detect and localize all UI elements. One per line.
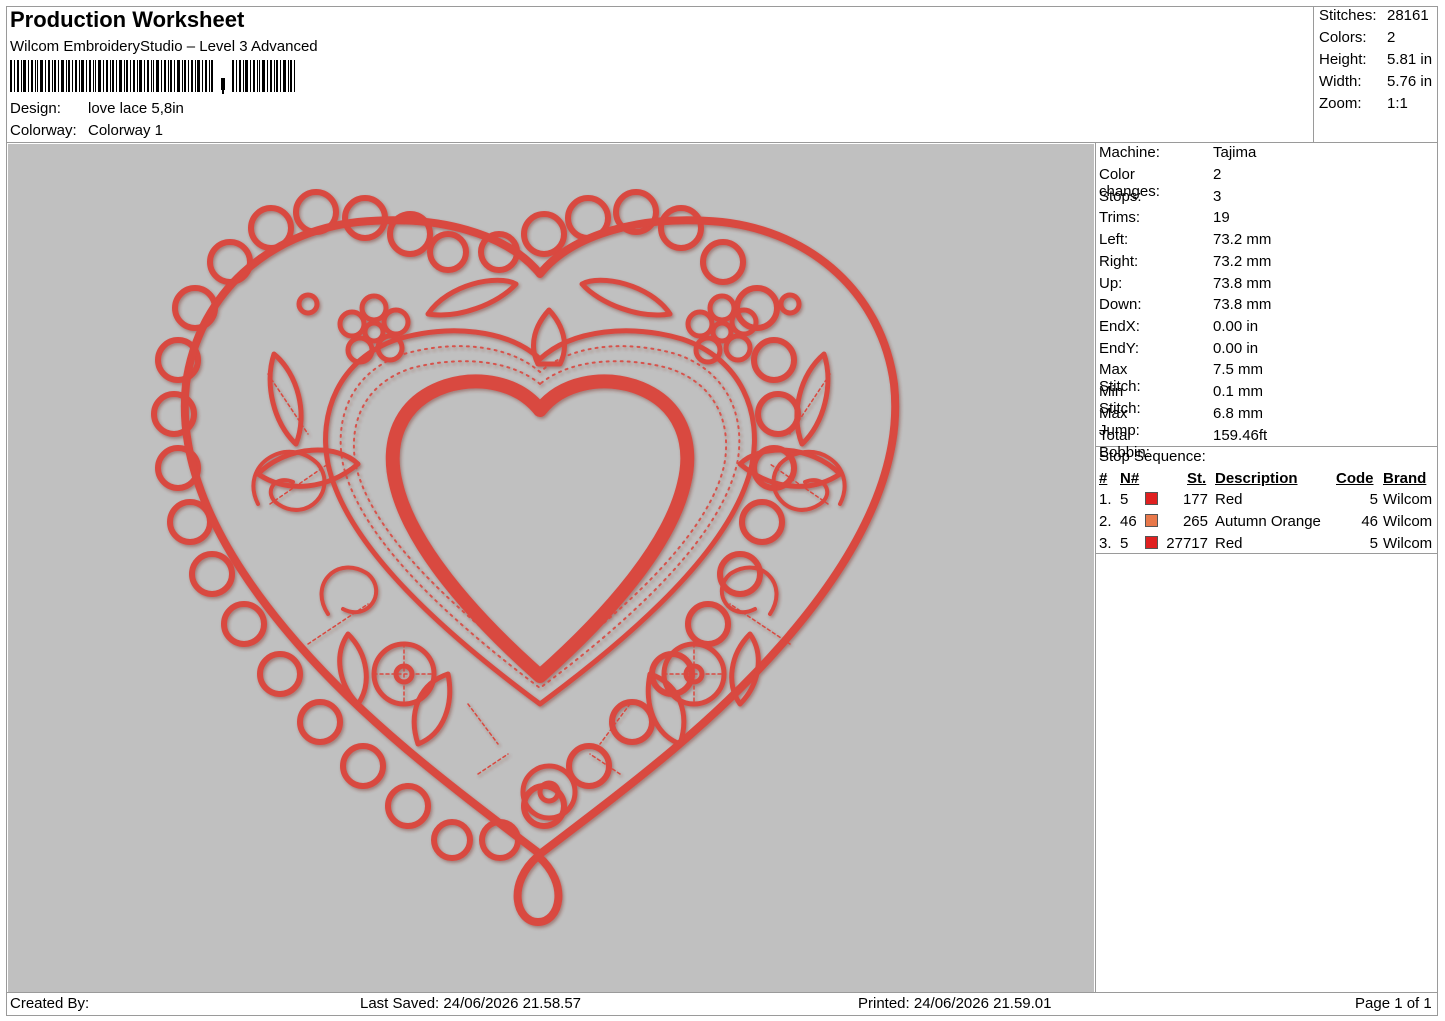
design-value: love lace 5,8in (88, 100, 184, 117)
barcode-icon (10, 60, 295, 94)
row-num: 3. (1099, 535, 1112, 552)
row-code: 46 (1361, 513, 1378, 530)
stop-sequence-title: Stop Sequence: (1099, 448, 1206, 465)
color-swatch (1145, 492, 1158, 505)
page-title: Production Worksheet (10, 7, 245, 32)
design-preview[interactable] (8, 144, 1094, 992)
row-brand: Wilcom (1383, 535, 1433, 552)
colorway-value: Colorway 1 (88, 122, 164, 139)
footer-page: Page 1 of 1 (1355, 995, 1432, 1012)
row-needle: 5 (1120, 491, 1129, 508)
row-code: 5 (1369, 535, 1378, 552)
design-label: Design: (10, 100, 61, 117)
row-needle: 5 (1120, 535, 1129, 552)
footer-created-by: Created By: (10, 995, 90, 1012)
row-stitches: 177 (1182, 491, 1208, 508)
col-code: Code (1336, 470, 1374, 487)
col-brand: Brand (1383, 470, 1427, 487)
footer-printed: Printed: 24/06/2026 21.59.01 (858, 995, 1052, 1012)
color-swatch (1145, 536, 1158, 549)
row-stitches: 265 (1182, 513, 1208, 530)
colorway-label: Colorway: (10, 122, 77, 139)
row-code: 5 (1369, 491, 1378, 508)
row-description: Autumn Orange (1215, 513, 1321, 530)
footer-divider (6, 992, 1438, 993)
footer-last-saved: Last Saved: 24/06/2026 21.58.57 (360, 995, 582, 1012)
row-description: Red (1215, 535, 1243, 552)
heart-lace-embroidery-icon (151, 189, 900, 926)
row-brand: Wilcom (1383, 491, 1433, 508)
col-num: # (1099, 470, 1108, 487)
row-description: Red (1215, 491, 1243, 508)
software-name: Wilcom EmbroideryStudio – Level 3 Advanc… (10, 38, 318, 55)
row-stitches: 27717 (1166, 535, 1208, 552)
panel-divider-vertical (1095, 142, 1096, 993)
col-stitches: St. (1187, 470, 1207, 487)
color-swatch (1145, 514, 1158, 527)
row-needle: 46 (1120, 513, 1137, 530)
row-brand: Wilcom (1383, 513, 1433, 530)
row-num: 2. (1099, 513, 1112, 530)
row-num: 1. (1099, 491, 1112, 508)
col-description: Description (1215, 470, 1298, 487)
header-divider-vertical (1313, 6, 1314, 143)
col-needle: N# (1120, 470, 1140, 487)
sequence-divider (1095, 553, 1438, 554)
header-divider-horizontal (6, 142, 1438, 143)
